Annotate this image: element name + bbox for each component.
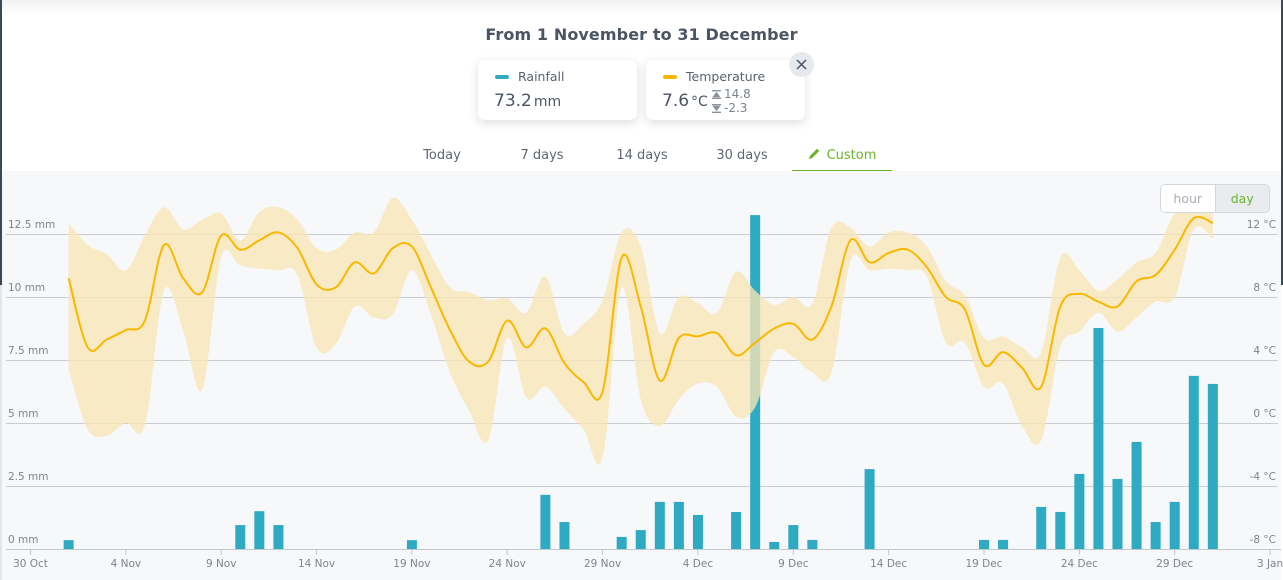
rainfall-bar [273, 525, 284, 549]
x-axis-tick-label: 19 Dec [965, 558, 1002, 570]
rainfall-bar [1055, 511, 1066, 549]
right-axis-tick-label: 4 °C [1253, 345, 1276, 357]
rainfall-bar [692, 514, 703, 549]
rainfall-bar [1131, 441, 1142, 549]
right-axis-tick-label: 8 °C [1253, 282, 1276, 294]
rainfall-bar [616, 536, 627, 549]
rainfall-bar [673, 501, 684, 549]
rainfall-bar [1188, 375, 1199, 549]
rainfall-bar [63, 540, 74, 549]
rainfall-bar [1036, 506, 1047, 549]
left-axis-tick-label: 2.5 mm [8, 471, 49, 483]
rainfall-bar [654, 501, 665, 549]
rainfall-bar [406, 540, 417, 549]
rainfall-bar [559, 522, 570, 549]
rainfall-bar [235, 525, 246, 549]
right-axis-tick-label: 12 °C [1247, 219, 1276, 231]
x-axis-tick-label: 4 Nov [111, 558, 142, 570]
rainfall-bar [1150, 522, 1161, 549]
right-axis-tick-label: -4 °C [1250, 471, 1276, 483]
x-axis-tick-label: 24 Dec [1061, 558, 1098, 570]
rainfall-bar [731, 511, 742, 549]
rainfall-bar [540, 494, 551, 549]
rainfall-bar [807, 539, 818, 549]
rainfall-bar [1074, 473, 1085, 549]
left-axis-tick-label: 0 mm [8, 534, 38, 546]
x-axis-tick-label: 9 Dec [778, 558, 809, 570]
toggle-day[interactable]: day [1215, 185, 1269, 212]
x-axis: 30 Oct 4 Nov 9 Nov 14 Nov 19 Nov 24 Nov 29 Nov… [6, 549, 1283, 570]
left-axis-tick-label: 12.5 mm [8, 219, 55, 231]
rainfall-bar [979, 539, 989, 549]
x-axis-tick-label: 29 Dec [1156, 558, 1193, 570]
rainfall-bar [864, 469, 875, 549]
temperature-range-band [68, 197, 1213, 465]
toggle-hour[interactable]: hour [1161, 185, 1216, 212]
rainfall-bar [998, 539, 1009, 549]
left-axis-tick-label: 7.5 mm [8, 345, 49, 357]
x-axis-tick-label: 9 Nov [206, 558, 237, 570]
right-axis-tick-label: 0 °C [1253, 408, 1276, 420]
right-axis-tick-label: -8 °C [1250, 534, 1276, 546]
rainfall-bar [1207, 383, 1218, 549]
left-axis-tick-label: 10 mm [8, 282, 45, 294]
x-axis-tick-label: 3 Jan [1257, 558, 1283, 570]
rainfall-bar [1112, 478, 1123, 549]
weather-chart: 0 mm 2.5 mm 5 mm 7.5 mm 10 mm 12.5 mm -8 °C -4 … [6, 197, 1283, 570]
rainfall-bar [1093, 327, 1104, 549]
rainfall-bar [788, 525, 799, 549]
rainfall-bar [769, 541, 780, 549]
x-axis-tick-label: 30 Oct [13, 558, 48, 570]
x-axis-tick-label: 14 Nov [298, 558, 335, 570]
x-axis-tick-label: 29 Nov [584, 558, 621, 570]
rainfall-bar [254, 511, 265, 549]
rainfall-bar [1169, 501, 1180, 549]
x-axis-tick-label: 24 Nov [489, 558, 526, 570]
resolution-toggle: hour day [1160, 184, 1270, 213]
rainfall-bar [635, 530, 646, 549]
x-axis-tick-label: 4 Dec [683, 558, 714, 570]
left-axis-tick-label: 5 mm [8, 408, 38, 420]
x-axis-tick-label: 19 Nov [393, 558, 430, 570]
x-axis-tick-label: 14 Dec [870, 558, 907, 570]
